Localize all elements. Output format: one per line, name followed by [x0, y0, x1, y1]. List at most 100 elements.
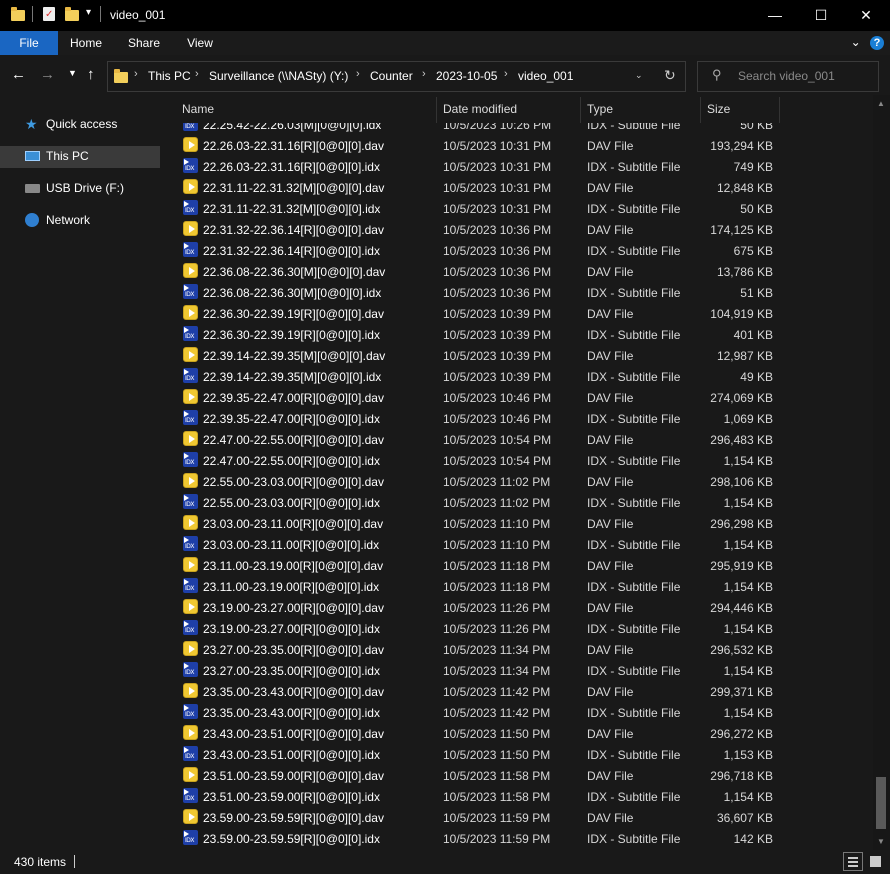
file-date-modified: 10/5/2023 10:54 PM: [443, 454, 552, 468]
properties-icon[interactable]: ✓: [43, 7, 55, 21]
table-row[interactable]: 22.39.35-22.47.00[R][0@0][0].dav 10/5/202…: [163, 387, 873, 408]
table-row[interactable]: 22.55.00-23.03.00[R][0@0][0].dav 10/5/202…: [163, 471, 873, 492]
table-row[interactable]: 22.31.11-22.31.32[M][0@0][0].idx 10/5/202…: [163, 198, 873, 219]
column-name[interactable]: Name: [182, 102, 214, 116]
chevron-right-icon[interactable]: ›: [195, 68, 199, 80]
file-size: 12,848 KB: [716, 181, 773, 195]
column-divider[interactable]: [436, 97, 437, 123]
table-row[interactable]: 23.51.00-23.59.00[R][0@0][0].idx 10/5/202…: [163, 786, 873, 807]
table-row[interactable]: 23.51.00-23.59.00[R][0@0][0].dav 10/5/202…: [163, 765, 873, 786]
help-icon[interactable]: ?: [870, 36, 884, 50]
idx-file-icon: [183, 242, 198, 257]
table-row[interactable]: 23.35.00-23.43.00[R][0@0][0].dav 10/5/202…: [163, 681, 873, 702]
search-input[interactable]: ⚲ Search video_001: [697, 61, 879, 92]
table-row[interactable]: 23.03.00-23.11.00[R][0@0][0].idx 10/5/202…: [163, 534, 873, 555]
table-row[interactable]: 23.19.00-23.27.00[R][0@0][0].idx 10/5/202…: [163, 618, 873, 639]
table-row[interactable]: 23.27.00-23.35.00[R][0@0][0].dav 10/5/202…: [163, 639, 873, 660]
chevron-right-icon[interactable]: ›: [134, 68, 138, 80]
idx-file-icon: [183, 452, 198, 467]
column-date-modified[interactable]: Date modified: [443, 102, 517, 116]
divider: [100, 6, 101, 22]
sidebar-item-usb-drive[interactable]: USB Drive (F:): [0, 178, 160, 200]
scroll-down-icon[interactable]: ▼: [877, 837, 885, 846]
table-row[interactable]: 22.36.30-22.39.19[R][0@0][0].idx 10/5/202…: [163, 324, 873, 345]
table-row[interactable]: 22.36.08-22.36.30[M][0@0][0].idx 10/5/202…: [163, 282, 873, 303]
column-size[interactable]: Size: [707, 102, 730, 116]
table-row[interactable]: 23.03.00-23.11.00[R][0@0][0].dav 10/5/202…: [163, 513, 873, 534]
table-row[interactable]: 22.55.00-23.03.00[R][0@0][0].idx 10/5/202…: [163, 492, 873, 513]
file-size: 104,919 KB: [710, 307, 773, 321]
table-row[interactable]: 23.59.00-23.59.59[R][0@0][0].dav 10/5/202…: [163, 807, 873, 828]
file-name: 23.03.00-23.11.00[R][0@0][0].idx: [203, 538, 380, 552]
table-row[interactable]: 23.19.00-23.27.00[R][0@0][0].dav 10/5/202…: [163, 597, 873, 618]
sidebar-item-quick-access[interactable]: ★ Quick access: [0, 114, 160, 136]
column-divider[interactable]: [779, 97, 780, 123]
maximize-button[interactable]: ☐: [798, 0, 844, 31]
column-divider[interactable]: [580, 97, 581, 123]
refresh-icon[interactable]: ↻: [664, 67, 676, 84]
table-row[interactable]: 23.43.00-23.51.00[R][0@0][0].idx 10/5/202…: [163, 744, 873, 765]
address-bar[interactable]: › This PC › Surveillance (\\NASty) (Y:) …: [107, 61, 686, 92]
tab-share[interactable]: Share: [120, 31, 168, 55]
sidebar-item-network[interactable]: Network: [0, 210, 160, 232]
table-row[interactable]: 23.11.00-23.19.00[R][0@0][0].idx 10/5/202…: [163, 576, 873, 597]
new-folder-icon[interactable]: [65, 7, 79, 21]
table-row[interactable]: 22.47.00-22.55.00[R][0@0][0].idx 10/5/202…: [163, 450, 873, 471]
table-row[interactable]: 23.27.00-23.35.00[R][0@0][0].idx 10/5/202…: [163, 660, 873, 681]
table-row[interactable]: 23.43.00-23.51.00[R][0@0][0].dav 10/5/202…: [163, 723, 873, 744]
customize-quick-access-icon[interactable]: ▾: [86, 7, 91, 18]
sidebar-item-this-pc[interactable]: This PC: [0, 146, 160, 168]
forward-arrow-icon[interactable]: →: [40, 66, 55, 83]
idx-file-icon: [183, 662, 198, 677]
scrollbar-thumb[interactable]: [876, 777, 886, 829]
file-date-modified: 10/5/2023 11:02 PM: [443, 496, 551, 510]
chevron-right-icon[interactable]: ›: [356, 68, 360, 80]
breadcrumb-this-pc[interactable]: This PC: [148, 69, 191, 83]
table-row[interactable]: 22.36.30-22.39.19[R][0@0][0].dav 10/5/202…: [163, 303, 873, 324]
tab-file[interactable]: File: [0, 31, 58, 55]
tab-view[interactable]: View: [176, 31, 224, 55]
table-row[interactable]: 23.59.00-23.59.59[R][0@0][0].idx 10/5/202…: [163, 828, 873, 849]
table-row[interactable]: 22.26.03-22.31.16[R][0@0][0].idx 10/5/202…: [163, 156, 873, 177]
file-type: IDX - Subtitle File: [587, 286, 681, 300]
details-view-icon[interactable]: [843, 852, 863, 871]
table-row[interactable]: 22.31.32-22.36.14[R][0@0][0].idx 10/5/202…: [163, 240, 873, 261]
expand-ribbon-icon[interactable]: ⌄: [851, 35, 861, 49]
file-type: DAV File: [587, 769, 634, 783]
table-row[interactable]: 22.31.11-22.31.32[M][0@0][0].dav 10/5/202…: [163, 177, 873, 198]
table-row[interactable]: 22.39.14-22.39.35[M][0@0][0].dav 10/5/202…: [163, 345, 873, 366]
file-date-modified: 10/5/2023 11:02 PM: [443, 475, 551, 489]
file-size: 51 KB: [740, 286, 773, 300]
up-arrow-icon[interactable]: ↑: [87, 66, 95, 83]
breadcrumb-date[interactable]: 2023-10-05: [436, 69, 497, 83]
vertical-scrollbar[interactable]: ▲ ▼: [873, 95, 890, 850]
breadcrumb-counter[interactable]: Counter: [370, 69, 413, 83]
table-row[interactable]: 23.11.00-23.19.00[R][0@0][0].dav 10/5/202…: [163, 555, 873, 576]
table-row[interactable]: 22.39.14-22.39.35[M][0@0][0].idx 10/5/202…: [163, 366, 873, 387]
table-row[interactable]: 22.26.03-22.31.16[R][0@0][0].dav 10/5/202…: [163, 135, 873, 156]
table-row[interactable]: 22.39.35-22.47.00[R][0@0][0].idx 10/5/202…: [163, 408, 873, 429]
back-arrow-icon[interactable]: ←: [11, 66, 26, 83]
file-type: DAV File: [587, 811, 634, 825]
column-divider[interactable]: [700, 97, 701, 123]
table-row[interactable]: 22.47.00-22.55.00[R][0@0][0].dav 10/5/202…: [163, 429, 873, 450]
chevron-right-icon[interactable]: ›: [504, 68, 508, 80]
file-date-modified: 10/5/2023 10:39 PM: [443, 370, 552, 384]
file-size: 50 KB: [740, 202, 773, 216]
scroll-up-icon[interactable]: ▲: [877, 99, 885, 108]
address-history-icon[interactable]: ⌄: [635, 70, 643, 81]
close-button[interactable]: ✕: [843, 0, 889, 31]
breadcrumb-surveillance[interactable]: Surveillance (\\NASty) (Y:): [209, 69, 348, 83]
breadcrumb-video[interactable]: video_001: [518, 69, 573, 83]
dav-file-icon: [183, 599, 198, 614]
large-icons-view-icon[interactable]: [866, 852, 886, 871]
minimize-button[interactable]: —: [752, 0, 798, 31]
dav-file-icon: [183, 473, 198, 488]
table-row[interactable]: 22.31.32-22.36.14[R][0@0][0].dav 10/5/202…: [163, 219, 873, 240]
chevron-right-icon[interactable]: ›: [422, 68, 426, 80]
tab-home[interactable]: Home: [62, 31, 110, 55]
table-row[interactable]: 22.36.08-22.36.30[M][0@0][0].dav 10/5/202…: [163, 261, 873, 282]
column-type[interactable]: Type: [587, 102, 613, 116]
recent-locations-icon[interactable]: ▼: [68, 68, 77, 78]
table-row[interactable]: 23.35.00-23.43.00[R][0@0][0].idx 10/5/202…: [163, 702, 873, 723]
